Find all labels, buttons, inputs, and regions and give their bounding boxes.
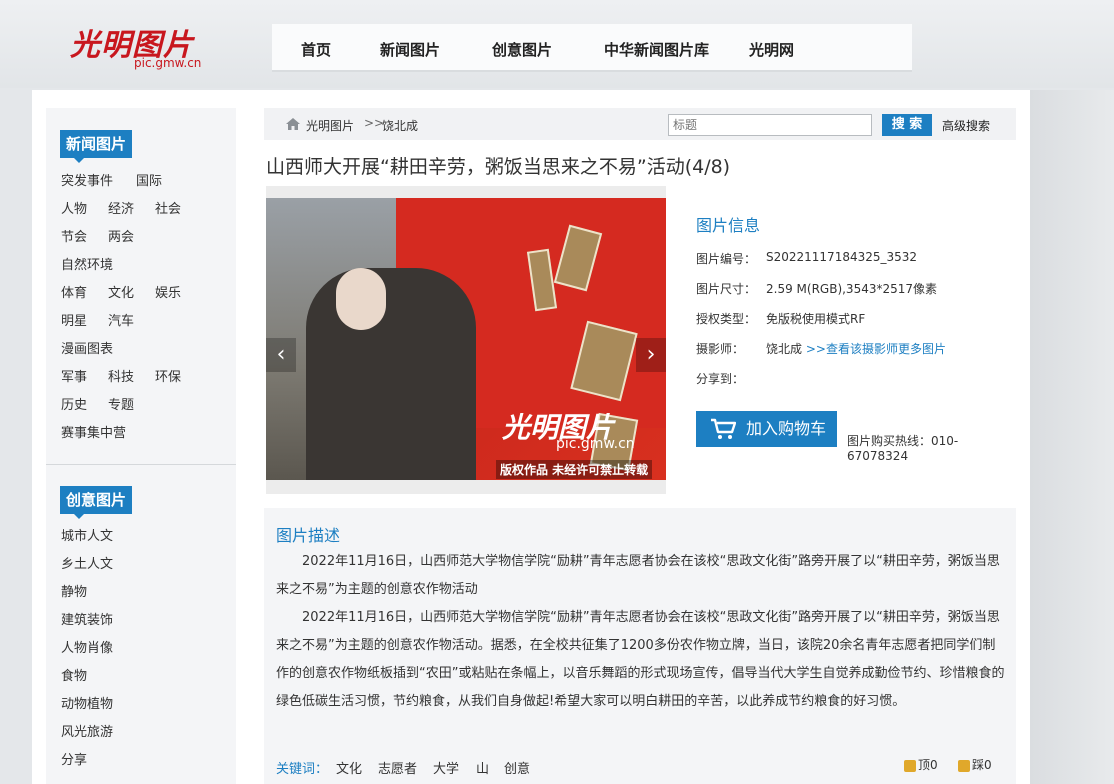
sidebar-item[interactable]: 赛事集中营 xyxy=(61,422,126,441)
sidebar-item[interactable]: 突发事件 xyxy=(61,170,113,189)
sidebar-item[interactable]: 军事 xyxy=(61,366,87,385)
photo-watermark-url: pic.gmw.cn xyxy=(556,436,635,452)
nav-creative-photos[interactable]: 创意图片 xyxy=(492,39,552,60)
add-to-cart-button[interactable]: 加入购物车 xyxy=(696,411,837,447)
advanced-search-link[interactable]: 高级搜索 xyxy=(942,117,990,134)
thumbs-down-icon xyxy=(958,759,970,772)
keyword-link[interactable]: 文化 xyxy=(336,758,362,777)
sidebar-item[interactable]: 国际 xyxy=(136,170,162,189)
sidebar-title-news[interactable]: 新闻图片 xyxy=(60,130,133,163)
thumbs-up-icon xyxy=(904,759,916,772)
photo-description: 图片描述 2022年11月16日，山西师范大学物信学院“励耕”青年志愿者协会在该… xyxy=(264,508,1016,784)
add-to-cart-label: 加入购物车 xyxy=(746,419,827,438)
sidebar-item[interactable]: 体育 xyxy=(61,282,87,301)
sidebar-item[interactable]: 娱乐 xyxy=(155,282,181,301)
sidebar-item[interactable]: 两会 xyxy=(108,226,134,245)
sidebar-item[interactable]: 风光旅游 xyxy=(61,721,113,740)
sidebar-item[interactable]: 文化 xyxy=(108,282,134,301)
sidebar-item[interactable]: 乡土人文 xyxy=(61,553,113,572)
keyword-link[interactable]: 创意 xyxy=(504,758,530,777)
share-label: 分享到： xyxy=(696,372,745,386)
page-background-edge xyxy=(1030,90,1114,784)
upvote-count: 顶0 xyxy=(918,758,938,772)
license-value: 免版税使用模式RF xyxy=(766,312,866,326)
page-title: 山西师大开展“耕田辛劳，粥饭当思来之不易”活动(4/8) xyxy=(266,156,731,178)
license-label: 授权类型： xyxy=(696,312,757,326)
description-summary: 2022年11月16日，山西师范大学物信学院“励耕”青年志愿者协会在该校“思政文… xyxy=(276,554,1000,597)
keyword-link[interactable]: 大学 xyxy=(433,758,459,777)
sidebar-item[interactable]: 经济 xyxy=(108,198,134,217)
main-nav: 首页 新闻图片 创意图片 中华新闻图片库 光明网 xyxy=(272,24,912,72)
next-photo-arrow-icon[interactable]: › xyxy=(636,338,666,372)
photo-size-value: 2.59 M(RGB),3543*2517像素 xyxy=(766,282,938,296)
cart-icon xyxy=(711,418,736,439)
photographer-name[interactable]: 饶北成 xyxy=(766,342,802,356)
main-photo[interactable]: ‹ › 光明图片 pic.gmw.cn 版权作品 未经许可禁止转载 xyxy=(266,198,666,480)
site-logo[interactable]: 光明图片 pic.gmw.cn xyxy=(66,14,206,74)
sidebar-item[interactable]: 明星 xyxy=(61,310,87,329)
photographer-label: 摄影师： xyxy=(696,342,745,356)
sidebar-item[interactable]: 食物 xyxy=(61,665,87,684)
keyword-link[interactable]: 山 xyxy=(476,758,489,777)
breadcrumb: 光明图片 >> 饶北成 搜 索 高级搜索 xyxy=(264,108,1016,140)
sidebar-title-creative[interactable]: 创意图片 xyxy=(60,486,133,519)
page-container: 新闻图片 突发事件 国际 人物 经济 社会 节会 两会 自然环境 体育 文化 娱… xyxy=(32,90,1030,784)
description-body: 2022年11月16日，山西师范大学物信学院“励耕”青年志愿者协会在该校“思政文… xyxy=(276,610,1005,709)
home-icon[interactable] xyxy=(286,118,300,130)
sidebar-item[interactable]: 汽车 xyxy=(108,310,134,329)
keyword-link[interactable]: 志愿者 xyxy=(378,758,417,777)
sidebar-item[interactable]: 动物植物 xyxy=(61,693,113,712)
sidebar: 新闻图片 突发事件 国际 人物 经济 社会 节会 两会 自然环境 体育 文化 娱… xyxy=(46,108,236,784)
sidebar-item[interactable]: 专题 xyxy=(108,394,134,413)
nav-news-photos[interactable]: 新闻图片 xyxy=(380,39,440,60)
sidebar-item[interactable]: 环保 xyxy=(155,366,181,385)
sidebar-item[interactable]: 分享 xyxy=(61,749,87,768)
description-title: 图片描述 xyxy=(276,526,341,545)
sidebar-item[interactable]: 静物 xyxy=(61,581,87,600)
sidebar-item[interactable]: 人物肖像 xyxy=(61,637,113,656)
sidebar-item[interactable]: 历史 xyxy=(61,394,87,413)
sidebar-item[interactable]: 城市人文 xyxy=(61,525,113,544)
nav-gmw[interactable]: 光明网 xyxy=(749,39,794,60)
downvote-count: 踩0 xyxy=(972,758,992,772)
nav-home[interactable]: 首页 xyxy=(301,39,331,60)
sidebar-item[interactable]: 自然环境 xyxy=(61,254,113,273)
nav-china-news-photo-library[interactable]: 中华新闻图片库 xyxy=(604,39,709,60)
photo-size-label: 图片尺寸： xyxy=(696,282,757,296)
breadcrumb-home[interactable]: 光明图片 xyxy=(306,117,354,134)
downvote-button[interactable]: 踩0 xyxy=(958,756,992,773)
keywords-label: 关键词： xyxy=(276,762,329,777)
search-input[interactable] xyxy=(668,114,872,136)
upvote-button[interactable]: 顶0 xyxy=(904,756,938,773)
purchase-hotline: 图片购买热线：010-67078324 xyxy=(847,434,959,463)
photographer-row: 饶北成 >>查看该摄影师更多图片 xyxy=(766,340,946,357)
photo-id-value: S20221117184325_3532 xyxy=(766,250,918,264)
sidebar-item[interactable]: 社会 xyxy=(155,198,181,217)
main-content: 光明图片 >> 饶北成 搜 索 高级搜索 山西师大开展“耕田辛劳，粥饭当思来之不… xyxy=(264,108,1016,784)
sidebar-item[interactable]: 建筑装饰 xyxy=(61,609,113,628)
photo-info-title: 图片信息 xyxy=(696,216,761,235)
photo-frame: ‹ › 光明图片 pic.gmw.cn 版权作品 未经许可禁止转载 xyxy=(266,186,666,494)
search-button[interactable]: 搜 索 xyxy=(882,114,932,136)
breadcrumb-current[interactable]: 饶北成 xyxy=(382,117,418,134)
sidebar-divider xyxy=(46,464,236,465)
header: 光明图片 pic.gmw.cn 首页 新闻图片 创意图片 中华新闻图片库 光明网 xyxy=(0,0,1114,88)
sidebar-item[interactable]: 节会 xyxy=(61,226,87,245)
photo-watermark-copyright: 版权作品 未经许可禁止转载 xyxy=(496,460,653,479)
sidebar-item[interactable]: 人物 xyxy=(61,198,87,217)
logo-url: pic.gmw.cn xyxy=(134,56,202,70)
prev-photo-arrow-icon[interactable]: ‹ xyxy=(266,338,296,372)
sidebar-item[interactable]: 漫画图表 xyxy=(61,338,113,357)
photographer-more-link[interactable]: >>查看该摄影师更多图片 xyxy=(806,342,946,356)
photo-id-label: 图片编号： xyxy=(696,252,757,266)
sidebar-item[interactable]: 科技 xyxy=(108,366,134,385)
